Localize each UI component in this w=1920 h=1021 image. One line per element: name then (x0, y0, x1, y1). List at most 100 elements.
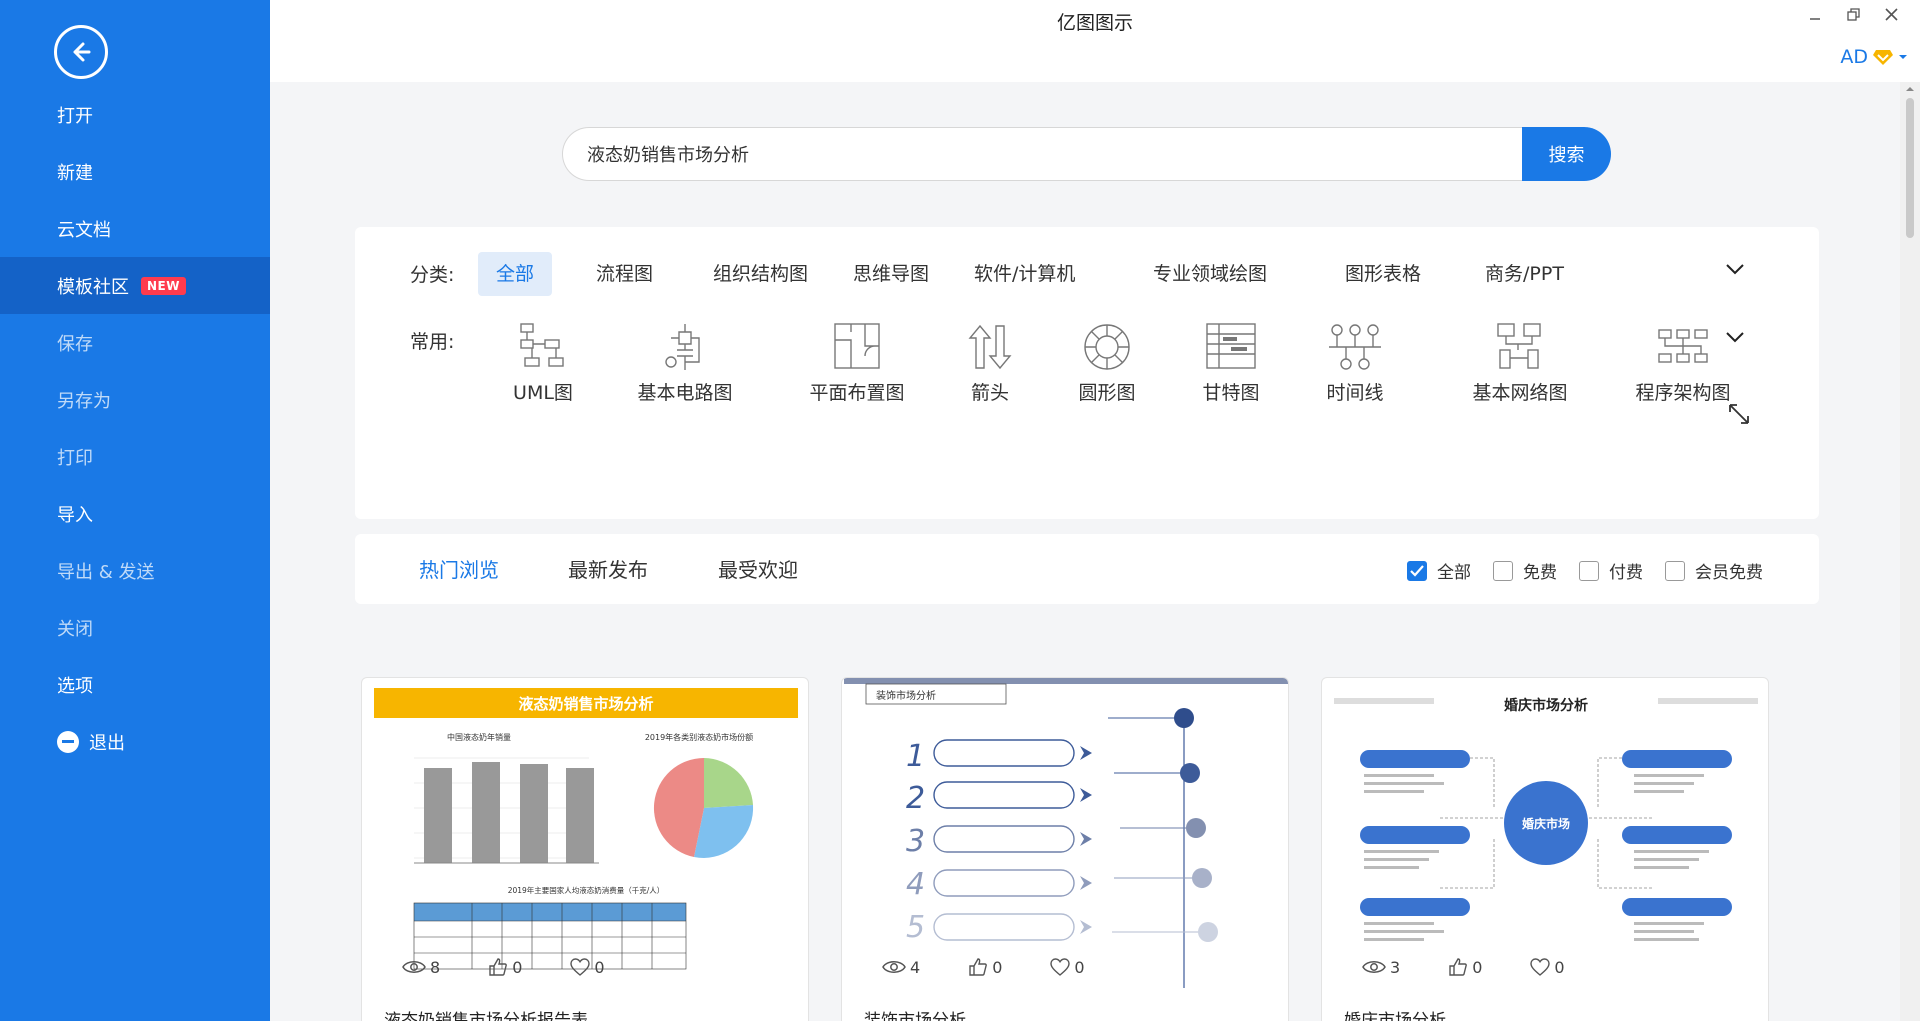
category-org-chart[interactable]: 组织结构图 (695, 252, 826, 296)
category-mind-map[interactable]: 思维导图 (835, 252, 947, 296)
svg-text:1: 1 (906, 739, 925, 774)
tool-arrows[interactable]: 箭头 (960, 322, 1020, 405)
likes-stat[interactable]: 0 (488, 957, 522, 977)
sidebar-item-new[interactable]: 新建 (0, 143, 270, 200)
card-stats: 4 0 0 (882, 957, 1133, 977)
checkbox-label: 付费 (1609, 563, 1643, 583)
filter-free-checkbox[interactable]: 免费 (1493, 558, 1557, 583)
eye-icon (1362, 961, 1386, 973)
category-label: 分类: (410, 264, 455, 286)
new-badge: NEW (141, 276, 186, 295)
sidebar-item-close[interactable]: 关闭 (0, 599, 270, 656)
favorites-stat[interactable]: 0 (1530, 957, 1565, 977)
tool-circle-chart[interactable]: 圆形图 (1062, 322, 1152, 405)
tool-label: 平面布置图 (809, 382, 905, 404)
eye-icon (882, 961, 906, 973)
tool-uml[interactable]: UML图 (503, 322, 583, 405)
sidebar-item-export-send[interactable]: 导出 & 发送 (0, 542, 270, 599)
sidebar-item-save[interactable]: 保存 (0, 314, 270, 371)
user-account[interactable]: AD (1840, 46, 1908, 68)
tool-label: 甘特图 (1202, 382, 1260, 404)
views-count: 4 (910, 957, 921, 977)
tool-floor-plan[interactable]: 平面布置图 (787, 322, 927, 405)
tool-gantt[interactable]: 甘特图 (1186, 322, 1276, 405)
sidebar-item-template-community[interactable]: 模板社区 NEW (0, 257, 270, 314)
network-icon (1497, 323, 1541, 369)
minus-circle-icon (57, 730, 79, 753)
filter-member-free-checkbox[interactable]: 会员免费 (1665, 558, 1763, 583)
sidebar-item-save-as[interactable]: 另存为 (0, 371, 270, 428)
card-title[interactable]: 婚庆市场分析 (1344, 1006, 1446, 1021)
tool-label: 基本电路图 (637, 382, 733, 404)
sidebar-item-label: 导入 (57, 504, 93, 526)
sidebar-item-cloud-docs[interactable]: 云文档 (0, 200, 270, 257)
sidebar-item-options[interactable]: 选项 (0, 656, 270, 713)
program-architecture-icon (1658, 329, 1708, 363)
thumb-header: 液态奶销售市场分析 (518, 695, 653, 713)
likes-stat[interactable]: 0 (968, 957, 1002, 977)
circle-chart-icon (1084, 324, 1130, 370)
category-flowchart[interactable]: 流程图 (578, 252, 671, 296)
tool-label: 箭头 (970, 382, 1009, 404)
sidebar-item-open[interactable]: 打开 (0, 86, 270, 143)
thumb-subtitle: 中国液态奶年销量 (447, 732, 511, 742)
views-count: 3 (1390, 957, 1401, 977)
tool-label: 时间线 (1326, 382, 1384, 404)
likes-count: 0 (1472, 957, 1483, 977)
sidebar-item-import[interactable]: 导入 (0, 485, 270, 542)
thumb-table-title: 2019年主要国家人均液态奶消费量（千克/人） (508, 885, 665, 895)
template-thumbnail[interactable]: 婚庆市场分析 婚庆市场 (1334, 688, 1758, 988)
restore-icon[interactable] (1838, 6, 1868, 25)
favorites-stat[interactable]: 0 (570, 957, 605, 977)
svg-text:5: 5 (906, 910, 925, 945)
chevron-down-icon[interactable] (1725, 325, 1745, 350)
category-all[interactable]: 全部 (478, 252, 553, 296)
sidebar: 打开 新建 云文档 模板社区 NEW 保存 另存为 打印 导入 导出 & 发送 关… (0, 0, 270, 1021)
search-button[interactable]: 搜索 (1522, 127, 1611, 181)
tool-basic-circuit[interactable]: 基本电路图 (620, 322, 750, 405)
back-arrow-icon[interactable] (54, 25, 108, 79)
tool-timeline[interactable]: 时间线 (1310, 322, 1400, 405)
expand-icon[interactable] (1727, 402, 1751, 430)
filter-all-checkbox[interactable]: 全部 (1407, 558, 1471, 583)
chevron-down-icon[interactable] (1725, 257, 1745, 282)
sidebar-item-exit[interactable]: 退出 (0, 713, 270, 770)
card-stats: 8 0 0 (402, 957, 653, 977)
tab-most-liked[interactable]: 最受欢迎 (718, 554, 798, 583)
views-count: 8 (430, 957, 441, 977)
favorites-count: 0 (1554, 957, 1565, 977)
card-title[interactable]: 液态奶销售市场分析报告表 (384, 1006, 588, 1021)
card-title[interactable]: 装饰市场分析 (864, 1006, 966, 1021)
category-professional[interactable]: 专业领域绘图 (1135, 252, 1285, 296)
category-business-ppt[interactable]: 商务/PPT (1467, 252, 1582, 296)
minimize-icon[interactable] (1800, 6, 1830, 25)
scrollbar-thumb[interactable] (1906, 98, 1914, 238)
likes-count: 0 (512, 957, 523, 977)
filter-paid-checkbox[interactable]: 付费 (1579, 558, 1643, 583)
scroll-up-icon[interactable] (1905, 85, 1915, 93)
tool-basic-network[interactable]: 基本网络图 (1455, 322, 1585, 405)
sidebar-item-print[interactable]: 打印 (0, 428, 270, 485)
favorites-stat[interactable]: 0 (1050, 957, 1085, 977)
common-label: 常用: (410, 331, 455, 353)
sidebar-item-label: 退出 (89, 732, 125, 754)
sidebar-item-label: 另存为 (57, 390, 111, 412)
thumb-header: 装饰市场分析 (876, 689, 936, 702)
sidebar-item-label: 打开 (57, 105, 93, 127)
search-input[interactable] (562, 127, 1522, 181)
sidebar-item-label: 选项 (57, 675, 93, 697)
template-thumbnail[interactable]: 液态奶销售市场分析 中国液态奶年销量 2019年各类别液态奶市场份额 2019年… (374, 688, 798, 988)
tab-hot[interactable]: 热门浏览 (419, 554, 499, 583)
thumb-center-label: 婚庆市场 (1522, 816, 1570, 831)
vertical-scrollbar[interactable] (1900, 82, 1920, 1021)
sidebar-item-label: 保存 (57, 333, 93, 355)
tool-label: 基本网络图 (1472, 382, 1568, 404)
close-icon[interactable] (1876, 6, 1906, 25)
category-software[interactable]: 软件/计算机 (956, 252, 1093, 296)
gantt-icon (1206, 323, 1256, 369)
category-graphic-tables[interactable]: 图形表格 (1327, 252, 1439, 296)
tool-label: 程序架构图 (1635, 382, 1731, 404)
template-thumbnail[interactable]: 装饰市场分析 1 2 3 4 5 (844, 678, 1288, 988)
tab-latest[interactable]: 最新发布 (568, 554, 648, 583)
likes-stat[interactable]: 0 (1448, 957, 1482, 977)
